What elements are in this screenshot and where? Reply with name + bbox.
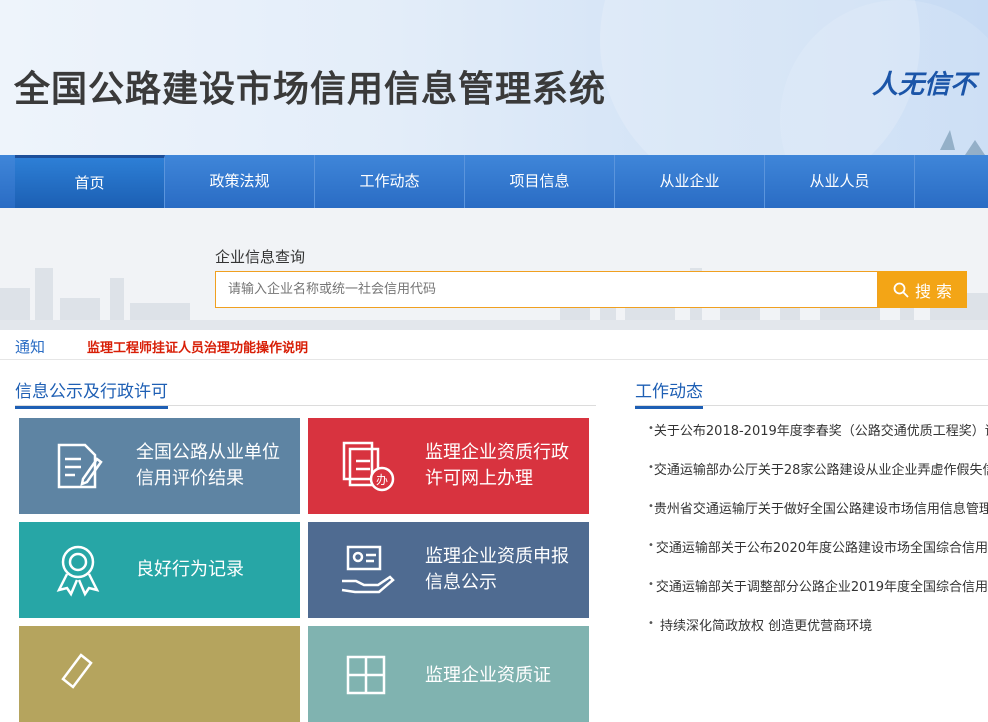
news-item-title: 交通运输部关于公布2020年度公路建设市场全国综合信用 <box>655 541 988 556</box>
news-item-title: 交通运输部办公厅关于28家公路建设从业企业弄虚作假失信 <box>653 463 988 478</box>
search-icon <box>893 282 909 298</box>
news-item[interactable]: • 交通运输部关于调整部分公路企业2019年度全国综合信用 <box>648 576 988 615</box>
tile-label: 良好行为记录 <box>136 559 244 580</box>
news-item[interactable]: • 交通运输部关于公布2020年度公路建设市场全国综合信用 <box>648 537 988 576</box>
tile-good-behavior[interactable]: 良好行为记录 <box>19 522 300 618</box>
tile-extra-1[interactable] <box>19 626 300 722</box>
left-section-divider <box>15 405 596 406</box>
notice-label: 通知 <box>15 338 46 356</box>
tile-label: 监理企业资质证 <box>425 665 551 686</box>
tile-license-online[interactable]: 办 监理企业资质行政许可网上办理 <box>308 418 589 514</box>
news-item-title: 贵州省交通运输厅关于做好全国公路建设市场信用信息管理 <box>653 502 988 517</box>
nav-padding <box>0 155 15 208</box>
search-button-label: 搜 索 <box>914 281 953 301</box>
main-nav: 首页 政策法规 工作动态 项目信息 从业企业 从业人员 <box>0 155 988 208</box>
svg-text:办: 办 <box>376 472 388 487</box>
news-item[interactable]: • 贵州省交通运输厅关于做好全国公路建设市场信用信息管理 <box>648 498 988 537</box>
banner-slogan: 人无信不 <box>872 70 977 100</box>
news-item[interactable]: • 交通运输部办公厅关于28家公路建设从业企业弄虚作假失信 <box>648 459 988 498</box>
notice-link[interactable]: 监理工程师挂证人员治理功能操作说明 <box>87 337 308 356</box>
search-input[interactable] <box>215 271 878 308</box>
pen-icon <box>19 626 136 722</box>
right-section-divider <box>635 405 988 406</box>
search-label: 企业信息查询 <box>215 248 306 266</box>
nav-item-personnel[interactable]: 从业人员 <box>765 155 915 208</box>
bullet-icon: • <box>648 618 654 629</box>
news-item-title: 关于公布2018-2019年度李春奖（公路交通优质工程奖）评 <box>653 424 988 439</box>
notice-bar: 通知 监理工程师挂证人员治理功能操作说明 <box>0 330 988 360</box>
tile-credit-evaluation[interactable]: 全国公路从业单位信用评价结果 <box>19 418 300 514</box>
site-title: 全国公路建设市场信用信息管理系统 <box>14 69 607 110</box>
search-section: 企业信息查询 搜 索 <box>0 208 988 330</box>
news-item[interactable]: • 持续深化简政放权 创造更优营商环境 <box>648 615 988 654</box>
hand-certificate-icon <box>308 522 425 618</box>
news-item[interactable]: • 关于公布2018-2019年度李春奖（公路交通优质工程奖）评 <box>648 420 988 459</box>
city-skyline-decoration <box>0 268 988 330</box>
grid-icon <box>308 626 425 722</box>
header-banner: 全国公路建设市场信用信息管理系统 人无信不 <box>0 0 988 155</box>
news-item-title: 持续深化简政放权 创造更优营商环境 <box>660 619 873 634</box>
tile-qualification-public[interactable]: 监理企业资质申报信息公示 <box>308 522 589 618</box>
bullet-icon: • <box>648 540 654 551</box>
nav-item-home[interactable]: 首页 <box>15 155 165 208</box>
news-list: • 关于公布2018-2019年度李春奖（公路交通优质工程奖）评 • 交通运输部办公… <box>648 420 988 654</box>
tile-label: 监理企业资质行政许可网上办理 <box>425 442 569 489</box>
nav-item-projects[interactable]: 项目信息 <box>465 155 615 208</box>
nav-item-work-news[interactable]: 工作动态 <box>315 155 465 208</box>
bullet-icon: • <box>648 579 654 590</box>
document-edit-icon <box>19 418 136 514</box>
award-medal-icon <box>19 522 136 618</box>
tile-label: 全国公路从业单位信用评价结果 <box>136 442 280 489</box>
office-document-icon: 办 <box>308 418 425 514</box>
search-button[interactable]: 搜 索 <box>878 271 967 308</box>
tile-label: 监理企业资质申报信息公示 <box>425 546 569 593</box>
tile-qualification-certificate[interactable]: 监理企业资质证 <box>308 626 589 722</box>
nav-item-policy[interactable]: 政策法规 <box>165 155 315 208</box>
nav-item-enterprises[interactable]: 从业企业 <box>615 155 765 208</box>
news-item-title: 交通运输部关于调整部分公路企业2019年度全国综合信用 <box>655 580 988 595</box>
